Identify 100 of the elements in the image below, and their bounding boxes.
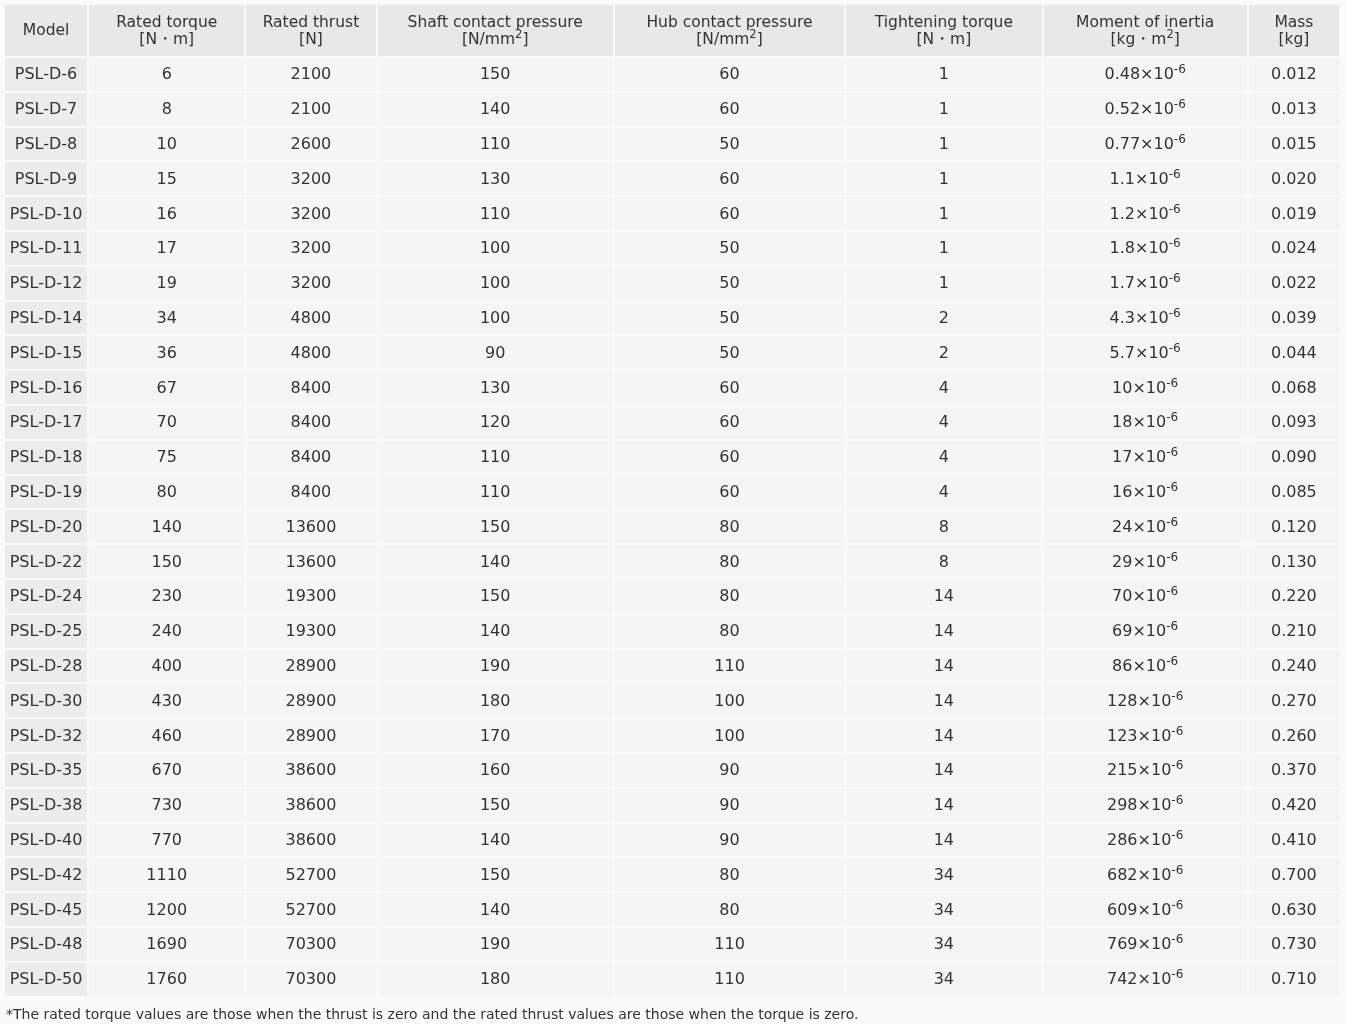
- model-cell: PSL-D-48: [5, 927, 88, 961]
- table-cell: 70: [89, 405, 245, 439]
- table-cell: 14: [846, 753, 1042, 787]
- table-cell: 80: [614, 893, 845, 926]
- table-cell: 24×10$^{-6}$: [1043, 510, 1247, 544]
- table-cell: 140: [377, 614, 613, 648]
- table-cell: 0.260: [1248, 719, 1339, 752]
- table-cell: 5.7×10$^{-6}$: [1043, 336, 1247, 370]
- table-cell: 1690: [89, 927, 245, 961]
- table-cell: 0.068: [1248, 371, 1339, 404]
- table-cell: 34: [846, 962, 1042, 996]
- model-cell: PSL-D-9: [5, 162, 88, 196]
- table-cell: 1110: [89, 858, 245, 892]
- table-cell: 128×10$^{-6}$: [1043, 684, 1247, 718]
- table-cell: 8400: [246, 440, 376, 474]
- table-cell: 14: [846, 788, 1042, 822]
- table-cell: 1: [846, 58, 1042, 91]
- table-cell: 28900: [246, 649, 376, 683]
- model-cell: PSL-D-14: [5, 301, 88, 335]
- table-cell: 0.410: [1248, 823, 1339, 857]
- table-cell: 2100: [246, 92, 376, 126]
- table-cell: 4: [846, 371, 1042, 404]
- table-cell: 18×10$^{-6}$: [1043, 405, 1247, 439]
- table-cell: 80: [614, 614, 845, 648]
- table-cell: 4: [846, 475, 1042, 509]
- table-cell: 110: [377, 197, 613, 230]
- table-cell: 60: [614, 405, 845, 439]
- table-cell: 90: [614, 823, 845, 857]
- model-cell: PSL-D-6: [5, 58, 88, 91]
- model-cell: PSL-D-18: [5, 440, 88, 474]
- table-cell: 67: [89, 371, 245, 404]
- table-cell: 0.710: [1248, 962, 1339, 996]
- model-cell: PSL-D-7: [5, 92, 88, 126]
- table-cell: 38600: [246, 823, 376, 857]
- table-cell: 1: [846, 127, 1042, 161]
- model-cell: PSL-D-10: [5, 197, 88, 230]
- column-header: Moment of inertia [kg・m$^{2}$]: [1043, 5, 1247, 56]
- table-cell: 150: [377, 510, 613, 544]
- table-cell: 17: [89, 232, 245, 265]
- table-cell: 3200: [246, 232, 376, 265]
- table-cell: 0.085: [1248, 475, 1339, 509]
- table-cell: 60: [614, 475, 845, 509]
- table-cell: 1: [846, 162, 1042, 196]
- table-cell: 38600: [246, 753, 376, 787]
- table-cell: 430: [89, 684, 245, 718]
- table-cell: 130: [377, 371, 613, 404]
- table-cell: 0.210: [1248, 614, 1339, 648]
- table-cell: 730: [89, 788, 245, 822]
- table-cell: 1.8×10$^{-6}$: [1043, 232, 1247, 265]
- table-cell: 0.220: [1248, 579, 1339, 613]
- column-header: Shaft contact pressure [N/mm$^{2}$]: [377, 5, 613, 56]
- table-cell: 6: [89, 58, 245, 91]
- model-cell: PSL-D-42: [5, 858, 88, 892]
- table-cell: 70300: [246, 927, 376, 961]
- table-cell: 0.013: [1248, 92, 1339, 126]
- table-cell: 28900: [246, 684, 376, 718]
- table-cell: 14: [846, 649, 1042, 683]
- table-cell: 0.015: [1248, 127, 1339, 161]
- table-cell: 1: [846, 232, 1042, 265]
- model-cell: PSL-D-45: [5, 893, 88, 926]
- table-cell: 70300: [246, 962, 376, 996]
- table-cell: 4800: [246, 301, 376, 335]
- table-cell: 0.240: [1248, 649, 1339, 683]
- table-cell: 609×10$^{-6}$: [1043, 893, 1247, 926]
- table-cell: 80: [614, 858, 845, 892]
- table-cell: 8400: [246, 371, 376, 404]
- table-cell: 14: [846, 614, 1042, 648]
- model-cell: PSL-D-11: [5, 232, 88, 265]
- table-cell: 100: [377, 301, 613, 335]
- table-cell: 34: [846, 893, 1042, 926]
- table-cell: 2100: [246, 58, 376, 91]
- table-cell: 286×10$^{-6}$: [1043, 823, 1247, 857]
- table-cell: 8: [846, 545, 1042, 578]
- table-cell: 769×10$^{-6}$: [1043, 927, 1247, 961]
- table-cell: 0.044: [1248, 336, 1339, 370]
- table-cell: 80: [89, 475, 245, 509]
- table-cell: 3200: [246, 162, 376, 196]
- model-cell: PSL-D-17: [5, 405, 88, 439]
- table-cell: 110: [377, 475, 613, 509]
- table-cell: 4: [846, 405, 1042, 439]
- table-cell: 150: [377, 58, 613, 91]
- table-cell: 13600: [246, 510, 376, 544]
- table-cell: 682×10$^{-6}$: [1043, 858, 1247, 892]
- table-cell: 770: [89, 823, 245, 857]
- table-cell: 29×10$^{-6}$: [1043, 545, 1247, 578]
- table-cell: 110: [614, 649, 845, 683]
- model-cell: PSL-D-50: [5, 962, 88, 996]
- table-cell: 52700: [246, 893, 376, 926]
- table-cell: 60: [614, 58, 845, 91]
- table-cell: 70×10$^{-6}$: [1043, 579, 1247, 613]
- model-cell: PSL-D-30: [5, 684, 88, 718]
- table-cell: 16×10$^{-6}$: [1043, 475, 1247, 509]
- table-cell: 0.120: [1248, 510, 1339, 544]
- model-cell: PSL-D-12: [5, 266, 88, 300]
- table-cell: 19300: [246, 579, 376, 613]
- table-cell: 130: [377, 162, 613, 196]
- model-cell: PSL-D-19: [5, 475, 88, 509]
- table-cell: 60: [614, 162, 845, 196]
- table-cell: 3200: [246, 266, 376, 300]
- table-cell: 19: [89, 266, 245, 300]
